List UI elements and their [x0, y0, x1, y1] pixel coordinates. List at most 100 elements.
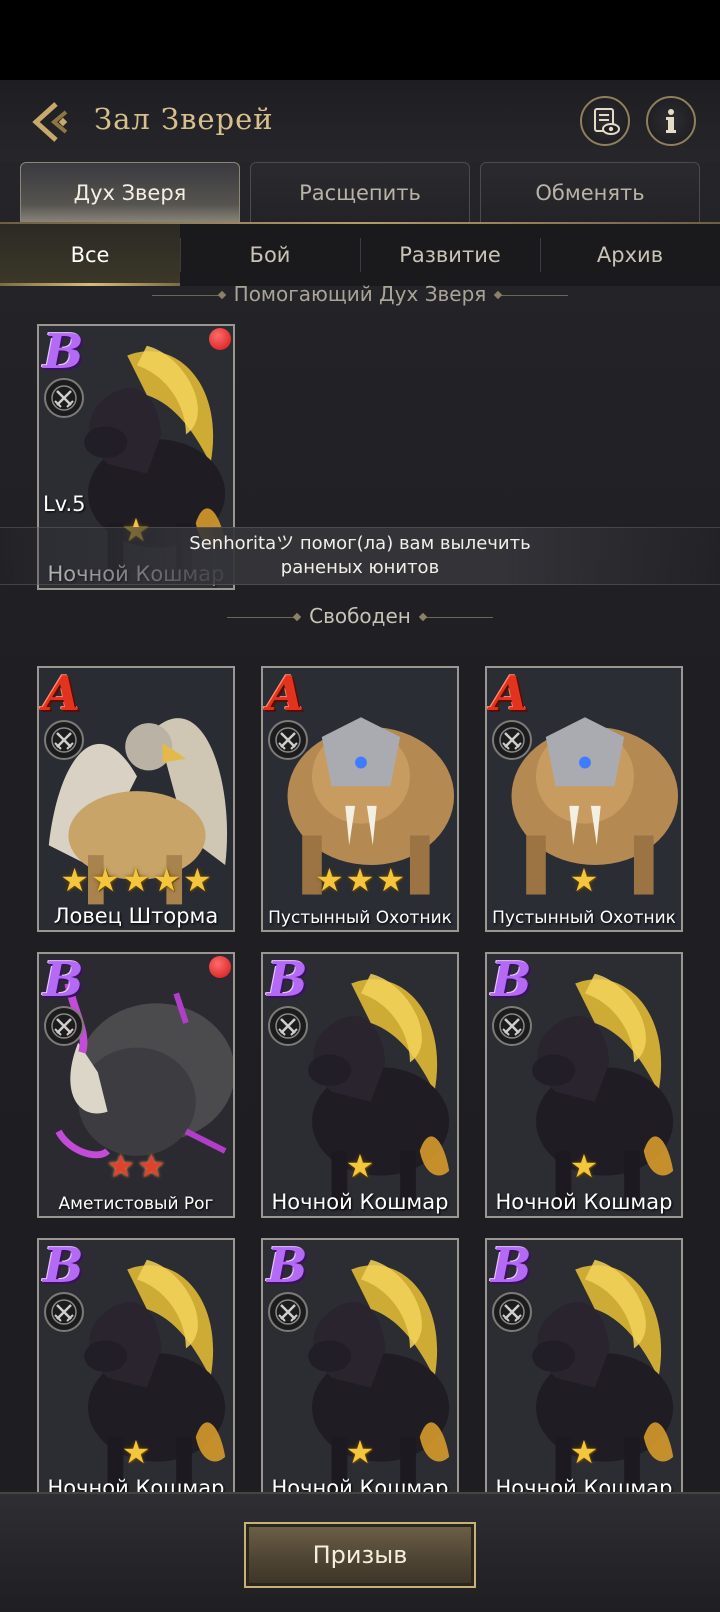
section-free: Свободен: [0, 604, 720, 628]
crossed-swords-icon: [499, 1299, 525, 1325]
star-rating: ★: [487, 864, 681, 896]
subtab-all[interactable]: Все: [0, 224, 180, 286]
star-icon: ★: [121, 1433, 151, 1471]
grade-label: B: [267, 1238, 308, 1294]
beast-name: Ночной Кошмар: [271, 1190, 449, 1214]
grade-label: B: [491, 952, 532, 1008]
star-icon: ★: [183, 861, 212, 899]
class-badge: [44, 378, 84, 418]
subtab-battle[interactable]: Бой: [180, 224, 360, 286]
sub-tabs: Все Бой Развитие Архив: [0, 224, 720, 286]
subtab-development[interactable]: Развитие: [360, 224, 540, 286]
crossed-swords-icon: [275, 727, 301, 753]
status-bar: [0, 0, 720, 80]
heal-toast: Senhoritaツ помог(ла) вам вылечить ранены…: [0, 527, 720, 585]
class-badge: [268, 720, 308, 760]
beast-card[interactable]: A ★ Пустынный Охотник: [485, 666, 683, 932]
tab-beast-spirit[interactable]: Дух Зверя: [20, 162, 240, 222]
beast-name: Аметистовый Рог: [58, 1194, 214, 1214]
beast-name: Пустынный Охотник: [268, 908, 452, 928]
star-icon: ★: [345, 1147, 375, 1185]
crossed-swords-icon: [51, 727, 77, 753]
info-icon: [666, 109, 676, 133]
beast-card[interactable]: B ★ Ночной Кошмар: [261, 1238, 459, 1504]
star-icon: ★: [569, 861, 599, 899]
info-button[interactable]: [646, 96, 696, 146]
notification-dot: [209, 956, 231, 978]
star-icon: ★: [345, 1433, 375, 1471]
star-icon: ★: [569, 1147, 599, 1185]
beast-card[interactable]: A ★ ★ ★ ★ ★ Ловец Шторма: [37, 666, 235, 932]
star-rating: ★ ★ ★ ★ ★: [39, 864, 233, 896]
beast-hall-screen: Зал Зверей Дух Зверя Расщепить Обменять: [0, 80, 720, 1612]
crossed-swords-icon: [51, 1299, 77, 1325]
toast-line-2: раненых юнитов: [280, 557, 440, 578]
crossed-swords-icon: [275, 1013, 301, 1039]
summon-button[interactable]: Призыв: [244, 1522, 476, 1588]
grade-label: B: [43, 324, 84, 380]
crossed-swords-icon: [499, 1013, 525, 1039]
star-rating: ★: [39, 1436, 233, 1468]
crossed-swords-icon: [499, 727, 525, 753]
beast-card[interactable]: A ★ ★ ★ Пустынный Охотник: [261, 666, 459, 932]
bottom-bar: Призыв: [0, 1492, 720, 1612]
star-rating: ★ ★ ★: [263, 864, 457, 896]
grade-label: A: [43, 666, 81, 722]
beast-card[interactable]: B ★ Ночной Кошмар: [261, 952, 459, 1218]
star-rating: ★ ★: [39, 1150, 233, 1182]
tab-exchange[interactable]: Обменять: [480, 162, 700, 222]
grade-label: B: [491, 1238, 532, 1294]
star-icon: ★: [137, 1147, 166, 1185]
main-tabs: Дух Зверя Расщепить Обменять: [20, 162, 700, 222]
header: Зал Зверей: [0, 80, 720, 162]
beast-name: Ночной Кошмар: [495, 1190, 673, 1214]
tab-split[interactable]: Расщепить: [250, 162, 470, 222]
section-helping-label: Помогающий Дух Зверя: [233, 282, 487, 306]
back-button[interactable]: [26, 98, 74, 146]
grade-label: A: [267, 666, 305, 722]
star-icon: ★: [314, 861, 344, 899]
notification-dot: [209, 328, 231, 350]
star-icon: ★: [152, 861, 182, 899]
beast-card[interactable]: B ★ Ночной Кошмар: [37, 1238, 235, 1504]
star-icon: ★: [376, 861, 406, 899]
star-icon: ★: [569, 1433, 599, 1471]
star-rating: ★: [487, 1436, 681, 1468]
class-badge: [44, 1292, 84, 1332]
subtab-archive[interactable]: Архив: [540, 224, 720, 286]
crossed-swords-icon: [275, 1299, 301, 1325]
section-helping: Помогающий Дух Зверя: [0, 282, 720, 306]
class-badge: [492, 720, 532, 760]
star-icon: ★: [345, 861, 375, 899]
back-arrow-icon: [32, 102, 68, 142]
grade-label: B: [43, 1238, 84, 1294]
crossed-swords-icon: [51, 1013, 77, 1039]
beast-card[interactable]: B ★ ★ Аметистовый Рог: [37, 952, 235, 1218]
star-rating: ★: [263, 1436, 457, 1468]
beast-card[interactable]: B ★ Ночной Кошмар: [485, 952, 683, 1218]
level-label: Lv.5: [43, 492, 86, 516]
star-icon: ★: [90, 861, 120, 899]
star-icon: ★: [60, 861, 89, 899]
star-rating: ★: [487, 1150, 681, 1182]
class-badge: [492, 1292, 532, 1332]
page-title: Зал Зверей: [94, 102, 274, 136]
section-free-label: Свободен: [309, 604, 411, 628]
beast-name: Пустынный Охотник: [492, 908, 676, 928]
class-badge: [44, 720, 84, 760]
class-badge: [44, 1006, 84, 1046]
class-badge: [492, 1006, 532, 1046]
star-icon: ★: [106, 1147, 135, 1185]
star-rating: ★: [263, 1150, 457, 1182]
beast-name: Ловец Шторма: [53, 904, 219, 928]
class-badge: [268, 1292, 308, 1332]
class-badge: [268, 1006, 308, 1046]
crossed-swords-icon: [51, 385, 77, 411]
beast-card[interactable]: B ★ Ночной Кошмар: [485, 1238, 683, 1504]
view-records-button[interactable]: [580, 96, 630, 146]
star-icon: ★: [121, 861, 151, 899]
scroll-eye-icon: [594, 108, 620, 135]
toast-line-1: Senhoritaツ помог(ла) вам вылечить: [189, 533, 531, 554]
grade-label: A: [491, 666, 529, 722]
grade-label: B: [267, 952, 308, 1008]
